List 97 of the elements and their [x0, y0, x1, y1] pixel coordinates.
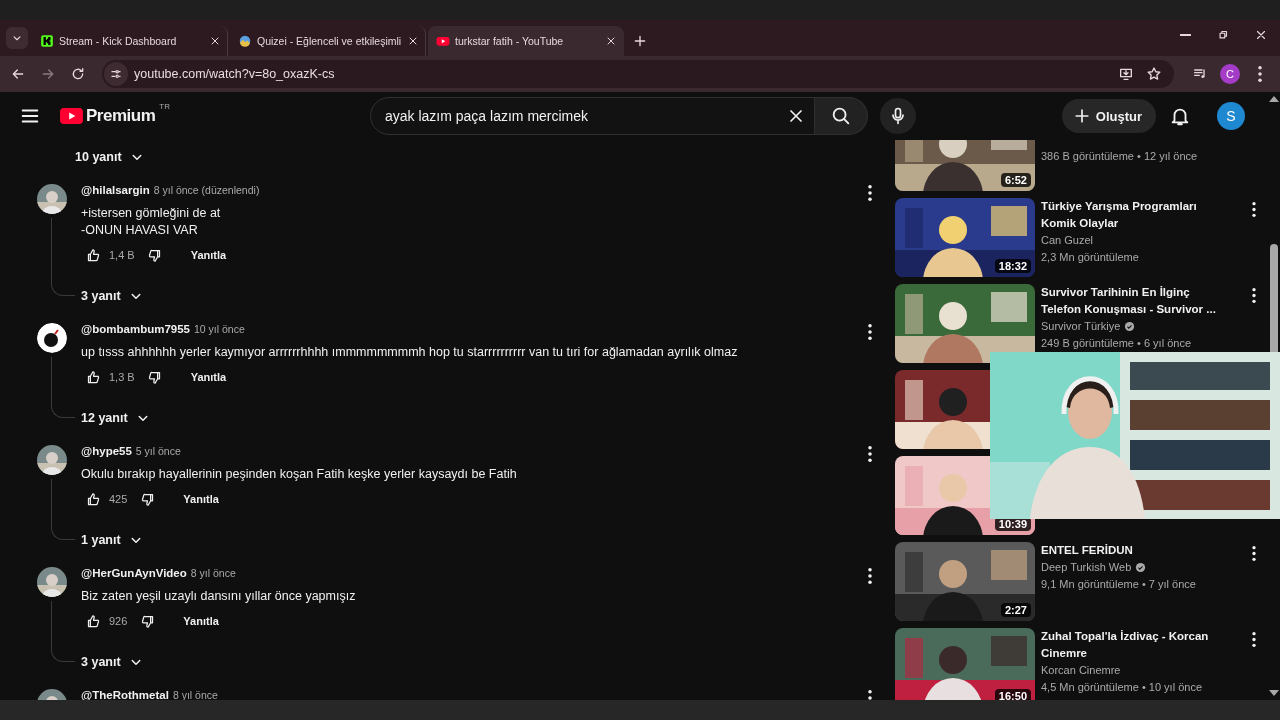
restore-icon [1216, 28, 1230, 42]
comment-text: Okulu bırakıp hayallerinin peşinden koşan Fatih keşke yerler kaysaydı be Fatih [81, 466, 517, 483]
replies-toggle[interactable]: 3 yanıt [75, 645, 151, 679]
video-stats: 2,3 Mn görüntüleme [1041, 250, 1140, 265]
search-bar[interactable]: ayak lazım paça lazım mercimek [370, 97, 815, 135]
thumbs-up-icon [85, 247, 101, 263]
region-code: TR [159, 102, 170, 111]
more-icon [1258, 66, 1262, 82]
comment-author[interactable]: @hype55 [81, 444, 132, 458]
url-text: youtube.com/watch?v=8o_oxazK-cs [134, 67, 335, 81]
reload-icon [70, 66, 86, 82]
reply-button[interactable]: Yanıtla [182, 245, 235, 265]
like-count: 926 [109, 615, 128, 627]
like-count: 1,4 B [109, 249, 135, 261]
reply-button[interactable]: Yanıtla [175, 611, 227, 631]
profile-avatar[interactable]: C [1220, 64, 1240, 84]
more-icon [1252, 632, 1256, 647]
comment-text: up tısss ahhhhhh yerler kaymıyor arrrrrrhhhh ımmmmmmmmh hop tu starrrrrrrrrr van tu tıri for ağlamadan ayrılık olmaz [81, 344, 738, 361]
thumbs-down-icon [139, 613, 155, 629]
like-count: 1,3 B [109, 371, 135, 383]
channel-name[interactable]: Survivor Türkiye [1041, 320, 1121, 332]
more-icon [1252, 288, 1256, 303]
create-button[interactable]: Oluştur [1061, 99, 1156, 133]
tab-title: Stream - Kick Dashboard [59, 35, 178, 47]
thumbs-down-icon [147, 369, 163, 385]
replies-toggle[interactable]: 1 yanıt [75, 523, 151, 557]
search-input[interactable]: ayak lazım paça lazım mercimek [383, 107, 784, 125]
close-icon [605, 35, 617, 47]
landscape-icon [238, 34, 252, 48]
comment-text: Biz zaten yeşil uzaylı dansını yıllar önce yapmışız [81, 588, 356, 605]
video-stats: 249 B görüntüleme • 6 yıl önce [1041, 336, 1192, 351]
close-icon [1254, 28, 1268, 42]
thumbs-down-icon [139, 491, 155, 507]
replies-toggle[interactable]: 10 yanıt [69, 140, 152, 174]
play-logo-icon [60, 108, 83, 124]
bomb-avatar-icon [37, 323, 67, 353]
search-icon [830, 105, 852, 127]
comment-time[interactable]: 10 yıl önce [194, 322, 245, 336]
channel-name[interactable]: Deep Turkish Web [1041, 561, 1132, 573]
star-icon [1146, 66, 1162, 82]
account-avatar[interactable]: S [1217, 102, 1245, 130]
more-icon [1252, 546, 1256, 561]
thumbs-up-icon [85, 369, 101, 385]
like-count: 425 [109, 493, 128, 505]
thread-line [51, 357, 75, 418]
sliders-icon [109, 67, 123, 81]
back-arrow-icon [10, 66, 26, 82]
close-icon [209, 35, 221, 47]
play-logo-icon [436, 34, 450, 48]
thumbs-up-icon [85, 491, 101, 507]
reply-button[interactable]: Yanıtla [182, 367, 235, 387]
browser-tab[interactable]: turkstar fatih - YouTube [428, 26, 624, 56]
kick-logo-icon [40, 34, 54, 48]
video-stats: 9,1 Mn görüntüleme • 7 yıl önce [1041, 577, 1197, 592]
more-icon [868, 324, 872, 340]
minimize-icon [1179, 34, 1191, 36]
thumbs-down-icon [147, 247, 163, 263]
address-bar[interactable]: youtube.com/watch?v=8o_oxazK-cs [102, 60, 1174, 88]
video-stats: 4,5 Mn görüntüleme • 10 yıl önce [1041, 680, 1203, 695]
video-title[interactable]: Survivor Tarihinin En İlginç Telefon Konuşması - Survivor ... [1041, 284, 1238, 318]
forward-arrow-icon [40, 66, 56, 82]
reply-button[interactable]: Yanıtla [175, 489, 227, 509]
replies-toggle[interactable]: 12 yanıt [75, 401, 158, 435]
replies-toggle[interactable]: 3 yanıt [75, 279, 151, 313]
video-duration: 18:32 [994, 259, 1031, 273]
more-icon [1252, 202, 1256, 217]
tab-search-button[interactable] [6, 27, 28, 49]
thread-line [51, 601, 75, 662]
tab-title: turkstar fatih - YouTube [455, 35, 565, 47]
site-info-button[interactable] [104, 62, 128, 86]
comment-time[interactable]: 8 yıl önce (düzenlendi) [153, 183, 260, 197]
comment-author[interactable]: @TheRothmetal [81, 688, 169, 700]
comment-time[interactable]: 8 yıl önce [190, 566, 236, 580]
video-duration: 2:27 [1000, 603, 1031, 617]
video-stats: 386 B görüntüleme • 12 yıl önce [1041, 149, 1199, 164]
video-title[interactable]: Zuhal Topal'la İzdivaç - Korcan Cinemre [1041, 628, 1238, 662]
comment-author[interactable]: @bombambum7955 [81, 322, 190, 336]
more-icon [868, 446, 872, 462]
video-title[interactable]: Türkiye Yarışma Programları Komik Olaylar [1041, 198, 1238, 232]
logo-text: Premium [86, 106, 156, 126]
more-icon [868, 185, 872, 201]
tab-title: Quizei - Eğlenceli ve etkileşimli [257, 35, 402, 47]
install-icon [1118, 66, 1134, 82]
comment-author[interactable]: @hilalsargin [81, 183, 150, 197]
more-icon [868, 568, 872, 584]
voice-search-button[interactable] [880, 98, 916, 134]
comment-author[interactable]: @HerGunAynVideo [81, 566, 187, 580]
thread-line [51, 479, 75, 540]
channel-name[interactable]: Korcan Cinemre [1041, 664, 1121, 676]
search-button[interactable] [815, 97, 868, 135]
channel-name[interactable]: Can Guzel [1041, 234, 1093, 246]
comment-time[interactable]: 5 yıl önce [135, 444, 181, 458]
thumbs-up-icon [85, 613, 101, 629]
comment-text: +istersen gömleğini de at -ONUN HAVASI VAR [81, 205, 221, 239]
video-duration: 6:52 [1000, 173, 1031, 187]
plus-icon [632, 33, 648, 49]
video-title[interactable]: ENTEL FERİDUN [1041, 542, 1238, 559]
